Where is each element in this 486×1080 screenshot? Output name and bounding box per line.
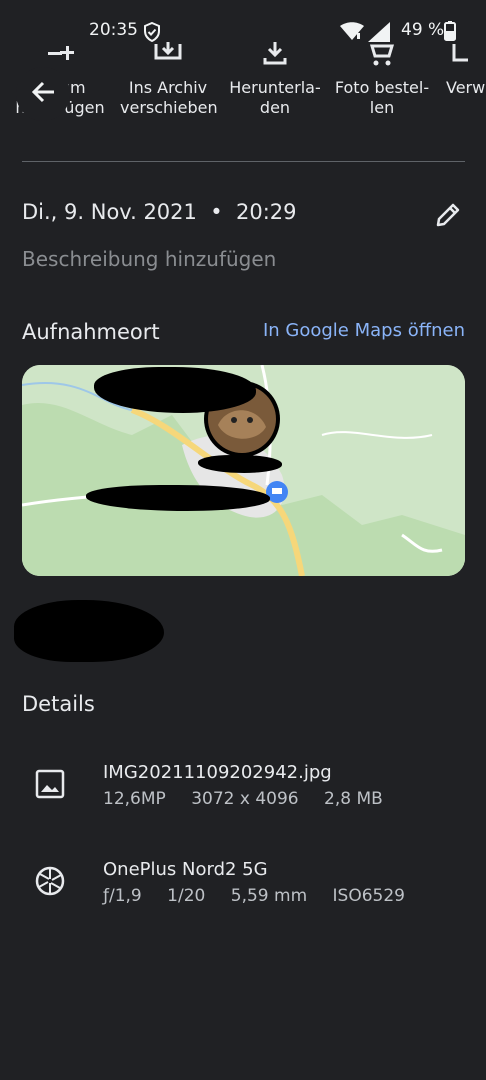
file-name: IMG20211109202942.jpg [103,762,332,783]
details-title: Details [22,692,95,716]
back-button[interactable] [16,67,70,121]
edit-date-button[interactable] [434,201,462,233]
file-meta: 12,6MP 3072 x 4096 2,8 MB [103,789,403,809]
arrow-back-icon [30,79,56,109]
aperture: ƒ/1,9 [103,886,142,906]
file-details-row: IMG20211109202942.jpg 12,6MP 3072 x 4096… [0,760,486,820]
camera-shutter-icon [34,865,66,901]
use-as-icon [446,38,486,78]
open-in-maps-link[interactable]: In Google Maps öffnen [263,320,465,341]
redaction [14,600,164,662]
location-title: Aufnahmeort [22,320,160,344]
battery-percent: 49 % [401,20,445,40]
use-as-button[interactable]: Verw [446,38,486,98]
divider [22,161,465,162]
status-time: 20:35 [89,20,138,40]
download-icon [227,38,323,78]
description-input[interactable]: Beschreibung hinzufügen [22,247,276,271]
megapixels: 12,6MP [103,789,166,809]
camera-model: OnePlus Nord2 5G [103,859,268,880]
cart-icon [334,38,430,78]
pencil-icon [434,203,462,233]
image-icon [34,768,66,804]
order-photo-button[interactable]: Foto bestel- len [334,38,430,118]
focal-length: 5,59 mm [230,886,308,906]
iso: ISO6529 [332,886,405,906]
archive-button[interactable]: Ins Archiv verschieben [120,38,218,118]
location-map[interactable] [22,365,465,576]
file-size: 2,8 MB [324,789,383,809]
download-button[interactable]: Herunterla- den [227,38,323,118]
resolution: 3072 x 4096 [191,789,299,809]
camera-meta: ƒ/1,9 1/20 5,59 mm ISO6529 [103,886,425,906]
shutter-speed: 1/20 [167,886,206,906]
photo-date: Di., 9. Nov. 2021 • 20:29 [22,200,297,224]
camera-details-row: OnePlus Nord2 5G ƒ/1,9 1/20 5,59 mm ISO6… [0,857,486,917]
action-row: Album hinzufügen Ins Archiv verschieben … [0,38,486,138]
archive-icon [120,38,216,78]
